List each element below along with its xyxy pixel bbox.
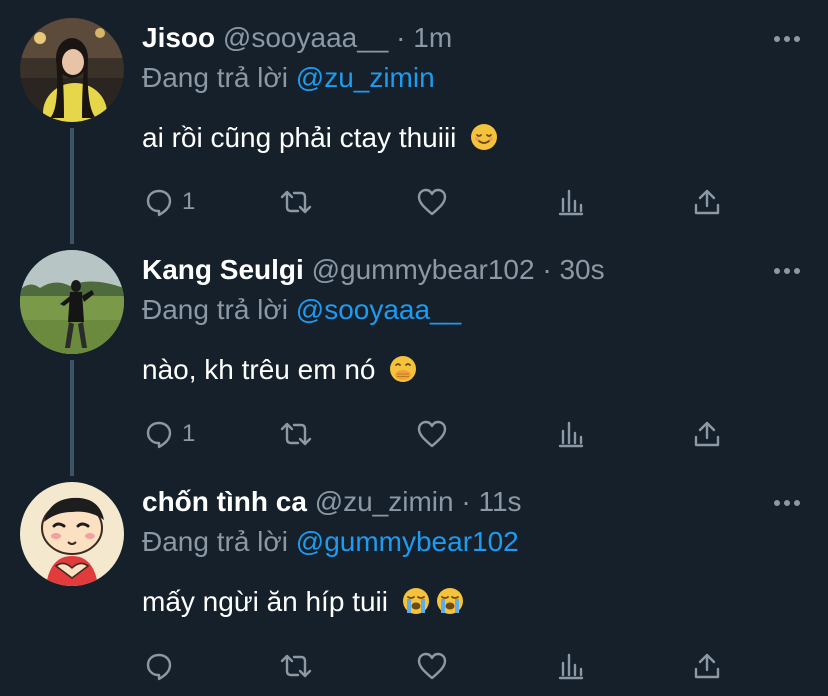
loudly-crying-face-emoji [402, 588, 429, 614]
retweet-button[interactable] [278, 418, 314, 450]
tweet-actions: 1 [142, 186, 742, 218]
replying-to-label: Đang trả lời [142, 294, 288, 325]
analytics-button[interactable] [556, 650, 586, 682]
share-button[interactable] [692, 186, 722, 218]
tweet-text-content: nào, kh trêu em nó [142, 354, 376, 385]
mention-link[interactable]: @sooyaaa__ [296, 294, 461, 325]
heart-icon [417, 420, 447, 448]
more-options-icon[interactable] [774, 36, 800, 44]
username[interactable]: @gummybear102 [312, 254, 535, 285]
mention-link[interactable]: @zu_zimin [296, 62, 435, 93]
separator-dot: · [396, 22, 406, 53]
share-icon [694, 653, 720, 679]
tweet-text: mấy ngừi ăn híp tuii [142, 584, 464, 620]
tweet-header: chốn tình ca @zu_zimin · 11s [142, 484, 522, 520]
replying-to-label: Đang trả lời [142, 62, 288, 93]
analytics-icon [558, 421, 584, 448]
retweet-icon [280, 190, 312, 214]
replying-to: Đang trả lời @sooyaaa__ [142, 292, 461, 328]
share-icon [694, 421, 720, 447]
reply-button[interactable]: 1 [144, 418, 195, 450]
like-button[interactable] [416, 650, 448, 682]
replying-to: Đang trả lời @gummybear102 [142, 524, 519, 560]
analytics-icon [558, 189, 584, 216]
reply-count: 1 [182, 188, 196, 215]
share-button[interactable] [692, 418, 722, 450]
replying-to-label: Đang trả lời [142, 526, 288, 557]
reply-button[interactable] [144, 650, 182, 682]
like-button[interactable] [416, 186, 448, 218]
retweet-button[interactable] [278, 650, 314, 682]
separator-dot: · [542, 254, 552, 285]
share-icon [694, 189, 720, 215]
tweet-text-content: ai rồi cũng phải ctay thuiii [142, 122, 457, 153]
analytics-icon [558, 653, 584, 680]
display-name[interactable]: Kang Seulgi [142, 254, 304, 285]
tweet-header: Jisoo @sooyaaa__ · 1m [142, 20, 452, 56]
relieved-face-emoji [471, 124, 498, 150]
avatar[interactable] [20, 482, 124, 586]
tweet-actions [142, 650, 742, 682]
reply-icon [146, 421, 172, 449]
analytics-button[interactable] [556, 186, 586, 218]
like-button[interactable] [416, 418, 448, 450]
avatar[interactable] [20, 18, 124, 122]
retweet-icon [280, 422, 312, 446]
face-with-hand-over-mouth-emoji [390, 356, 417, 382]
timestamp[interactable]: 1m [413, 22, 452, 53]
heart-icon [417, 652, 447, 680]
replying-to: Đang trả lời @zu_zimin [142, 60, 435, 96]
separator-dot: · [461, 486, 471, 517]
mention-link[interactable]: @gummybear102 [296, 526, 519, 557]
timestamp[interactable]: 11s [478, 486, 521, 517]
loudly-crying-face-emoji [436, 588, 463, 614]
tweet[interactable]: Jisoo @sooyaaa__ · 1m Đang trả lời @zu_z… [0, 0, 828, 244]
tweet-actions: 1 [142, 418, 742, 450]
tweet-text-content: mấy ngừi ăn híp tuii [142, 586, 388, 617]
tweet-text: ai rồi cũng phải ctay thuiii [142, 120, 498, 156]
heart-icon [417, 188, 447, 216]
tweet[interactable]: Kang Seulgi @gummybear102 · 30s Đang trả… [0, 244, 828, 476]
tweet[interactable]: chốn tình ca @zu_zimin · 11s Đang trả lờ… [0, 476, 828, 696]
tweet-text: nào, kh trêu em nó [142, 352, 417, 388]
tweet-header: Kang Seulgi @gummybear102 · 30s [142, 252, 605, 288]
reply-count: 1 [182, 420, 196, 447]
avatar[interactable] [20, 250, 124, 354]
more-options-icon[interactable] [774, 500, 800, 508]
display-name[interactable]: Jisoo [142, 22, 215, 53]
display-name[interactable]: chốn tình ca [142, 486, 307, 517]
timestamp[interactable]: 30s [559, 254, 604, 285]
retweet-icon [280, 654, 312, 678]
share-button[interactable] [692, 650, 722, 682]
more-options-icon[interactable] [774, 268, 800, 276]
reply-icon [146, 189, 172, 217]
analytics-button[interactable] [556, 418, 586, 450]
reply-icon [146, 653, 172, 681]
username[interactable]: @zu_zimin [315, 486, 454, 517]
retweet-button[interactable] [278, 186, 314, 218]
username[interactable]: @sooyaaa__ [223, 22, 388, 53]
reply-button[interactable]: 1 [144, 186, 195, 218]
